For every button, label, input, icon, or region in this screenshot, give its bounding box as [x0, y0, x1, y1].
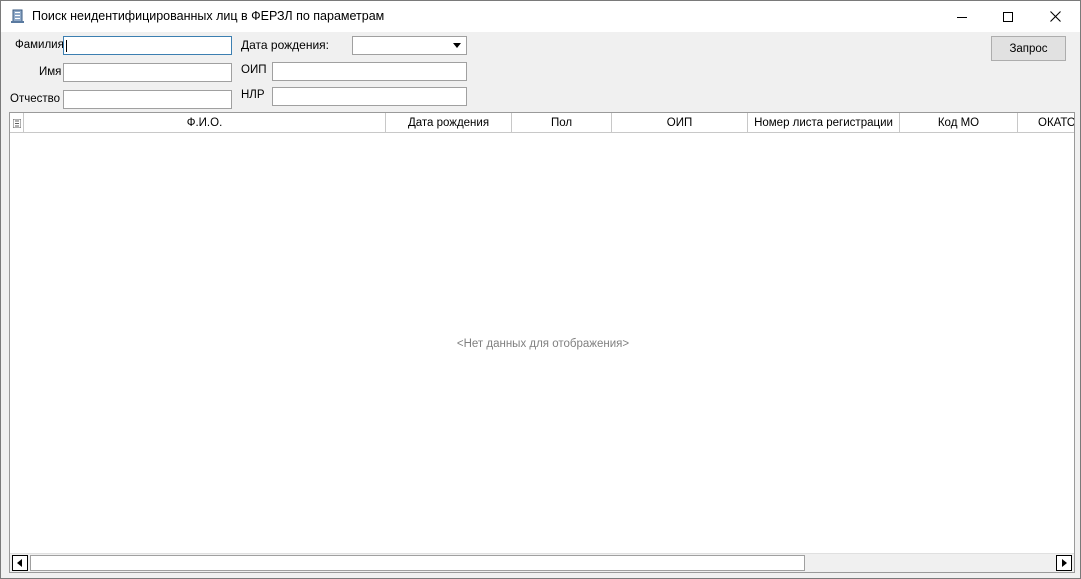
minimize-icon — [957, 16, 967, 18]
empty-grid-message: <Нет данных для отображения> — [456, 338, 630, 350]
column-header-registration-sheet[interactable]: Номер листа регистрации — [748, 113, 900, 133]
nlr-label: НЛР — [241, 89, 265, 101]
column-header-sex[interactable]: Пол — [512, 113, 612, 133]
maximize-button[interactable] — [985, 1, 1031, 32]
column-header-fio[interactable]: Ф.И.О. — [24, 113, 386, 133]
oip-field[interactable] — [272, 62, 467, 81]
column-header-oip[interactable]: ОИП — [612, 113, 748, 133]
nlr-field[interactable] — [272, 87, 467, 106]
app-window: Поиск неидентифицированных лиц в ФЕРЗЛ п… — [0, 0, 1081, 579]
column-chooser-icon — [12, 118, 21, 128]
horizontal-scrollbar[interactable] — [10, 553, 1074, 572]
grid-header: Ф.И.О. Дата рождения Пол ОИП Номер листа… — [10, 113, 1074, 133]
window-title: Поиск неидентифицированных лиц в ФЕРЗЛ п… — [32, 9, 385, 23]
oip-label: ОИП — [241, 64, 267, 76]
scroll-right-button[interactable] — [1056, 555, 1072, 571]
name-label: Имя — [39, 66, 62, 78]
arrow-right-icon — [1062, 559, 1067, 567]
column-header-okato[interactable]: ОКАТО — [1018, 113, 1074, 133]
patronymic-label: Отчество — [10, 93, 60, 105]
chevron-down-icon[interactable] — [453, 43, 461, 48]
birthdate-combo[interactable] — [352, 36, 467, 55]
column-chooser-button[interactable] — [10, 113, 24, 133]
patronymic-field[interactable] — [63, 90, 232, 109]
arrow-left-icon — [17, 559, 22, 567]
app-icon — [11, 9, 25, 24]
column-header-birthdate[interactable]: Дата рождения — [386, 113, 512, 133]
surname-field[interactable] — [63, 36, 232, 55]
close-button[interactable] — [1032, 1, 1078, 32]
scroll-left-button[interactable] — [12, 555, 28, 571]
title-bar[interactable]: Поиск неидентифицированных лиц в ФЕРЗЛ п… — [1, 1, 1080, 32]
surname-label: Фамилия — [15, 39, 64, 51]
column-header-mo-code[interactable]: Код МО — [900, 113, 1018, 133]
maximize-icon — [1003, 11, 1013, 22]
name-field[interactable] — [63, 63, 232, 82]
query-button[interactable]: Запрос — [991, 36, 1066, 61]
minimize-button[interactable] — [939, 1, 985, 32]
scrollbar-thumb[interactable] — [30, 555, 805, 571]
results-grid[interactable]: Ф.И.О. Дата рождения Пол ОИП Номер листа… — [9, 112, 1075, 573]
text-caret — [66, 40, 67, 52]
birthdate-label: Дата рождения: — [241, 38, 329, 52]
close-icon — [1049, 11, 1061, 22]
